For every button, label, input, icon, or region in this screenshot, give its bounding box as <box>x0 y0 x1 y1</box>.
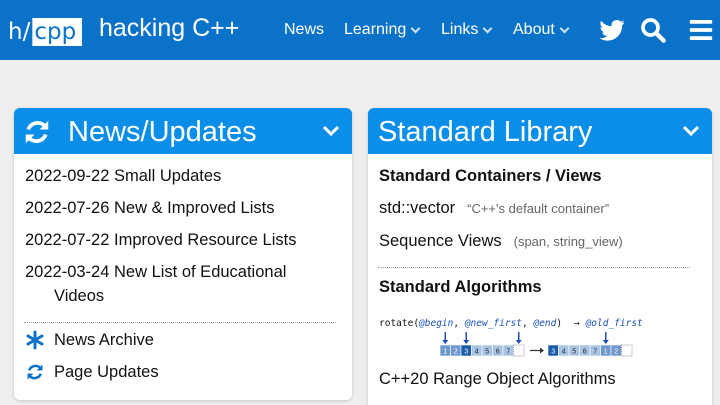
news-item-continuation[interactable]: Videos <box>54 284 104 308</box>
code-arg-new-first: @new_first <box>464 318 523 329</box>
logo-cpp-text: cpp <box>32 18 83 46</box>
code-arg-begin: @begin <box>419 318 454 329</box>
before-cell-label: 7 <box>506 348 510 355</box>
after-end-cell <box>621 344 633 357</box>
vector-link[interactable]: std::vector “C++'s default container” <box>379 199 609 218</box>
twitter-icon[interactable] <box>597 15 627 45</box>
nav-learning[interactable]: Learning <box>344 19 421 41</box>
nav-links-label: Links <box>441 21 479 38</box>
vector-note: “C++'s default container” <box>467 201 610 216</box>
code-sep: , <box>453 318 465 329</box>
old-first-arrow-head <box>602 340 609 344</box>
after-cell-label: 1 <box>604 348 608 355</box>
begin-arrow-head <box>442 340 449 344</box>
asterisk-icon <box>26 330 44 350</box>
before-cell-label: 2 <box>454 348 458 355</box>
before-cell-label: 5 <box>485 348 489 355</box>
library-panel-title: Standard Library <box>378 116 593 148</box>
code-arrow: → <box>573 318 580 329</box>
chevron-down-icon <box>410 23 421 33</box>
transform-arrow-head <box>540 347 544 354</box>
nav-links[interactable]: Links <box>441 19 493 41</box>
news-item[interactable]: 2022-09-22 Small Updates <box>25 164 221 188</box>
refresh-icon <box>27 364 43 380</box>
page-updates-label: Page Updates <box>54 362 159 381</box>
after-cell-label: 7 <box>593 348 597 355</box>
vector-label: std::vector <box>379 199 456 217</box>
range-algorithms-label: C++20 Range Object Algorithms <box>379 370 616 388</box>
nav-news[interactable]: News <box>284 19 324 41</box>
code-close: ) <box>556 318 563 329</box>
chevron-down-icon[interactable] <box>682 122 700 140</box>
code-fn: rotate( <box>379 318 420 329</box>
new-first-arrow-head <box>463 340 470 344</box>
code-sep: , <box>522 318 534 329</box>
sequence-views-label: Sequence Views <box>379 232 502 250</box>
section-heading-algorithms[interactable]: Standard Algorithms <box>379 278 542 297</box>
news-item[interactable]: 2022-03-24 New List of Educational <box>25 260 286 284</box>
range-algorithms-link[interactable]: C++20 Range Object Algorithms <box>379 370 616 389</box>
after-cell-label: 6 <box>583 348 587 355</box>
menu-icon[interactable] <box>686 15 716 45</box>
news-item[interactable]: 2022-07-22 Improved Resource Lists <box>25 228 296 252</box>
news-panel-title: News/Updates <box>68 116 257 148</box>
search-icon[interactable] <box>638 15 668 45</box>
before-cell-label: 3 <box>464 348 468 355</box>
chevron-down-icon <box>482 23 493 33</box>
news-item[interactable]: 2022-07-26 New & Improved Lists <box>25 196 274 220</box>
page-updates-link[interactable]: Page Updates <box>25 362 159 382</box>
nav-learning-label: Learning <box>344 21 407 38</box>
divider <box>24 322 336 323</box>
news-panel-header[interactable]: News/Updates <box>14 108 352 154</box>
after-cell-label: 5 <box>572 348 576 355</box>
news-archive-label: News Archive <box>54 330 154 349</box>
refresh-icon <box>25 120 49 144</box>
before-cell-label: 1 <box>443 348 447 355</box>
chevron-down-icon[interactable] <box>322 122 340 140</box>
rotate-signature[interactable]: rotate(@begin, @new_first, @end) → @old_f… <box>379 318 643 329</box>
section-heading-containers[interactable]: Standard Containers / Views <box>379 167 602 186</box>
before-end-cell <box>513 344 525 357</box>
standard-library-panel: Standard Library Standard Containers / V… <box>368 108 712 405</box>
before-cell-label: 6 <box>496 348 500 355</box>
site-title[interactable]: hacking C++ <box>99 12 239 44</box>
site-logo[interactable]: h/ cpp <box>6 18 83 46</box>
nav-about-label: About <box>513 21 555 38</box>
news-archive-link[interactable]: News Archive <box>25 330 154 350</box>
code-arg-end: @end <box>533 318 557 329</box>
rotate-diagram: 12345673456712 <box>439 332 633 357</box>
top-navigation-bar: h/ cpp hacking C++ News Learning Links A… <box>0 0 720 60</box>
after-cell-label: 4 <box>562 348 566 355</box>
divider <box>378 267 690 268</box>
after-cell-label: 3 <box>551 348 555 355</box>
end-arrow-head <box>515 340 522 344</box>
nav-news-label: News <box>284 21 325 38</box>
news-updates-panel: News/Updates 2022-09-22 Small Updates 20… <box>14 108 352 400</box>
sequence-views-link[interactable]: Sequence Views (span, string_view) <box>379 232 623 251</box>
sequence-views-note: (span, string_view) <box>513 234 623 249</box>
logo-h-text: h/ <box>8 19 31 45</box>
after-cell-label: 2 <box>614 348 618 355</box>
library-panel-header[interactable]: Standard Library <box>368 108 712 154</box>
nav-about[interactable]: About <box>513 19 570 41</box>
before-cell-label: 4 <box>475 348 479 355</box>
code-return: @old_first <box>585 318 643 329</box>
chevron-down-icon <box>559 23 570 33</box>
